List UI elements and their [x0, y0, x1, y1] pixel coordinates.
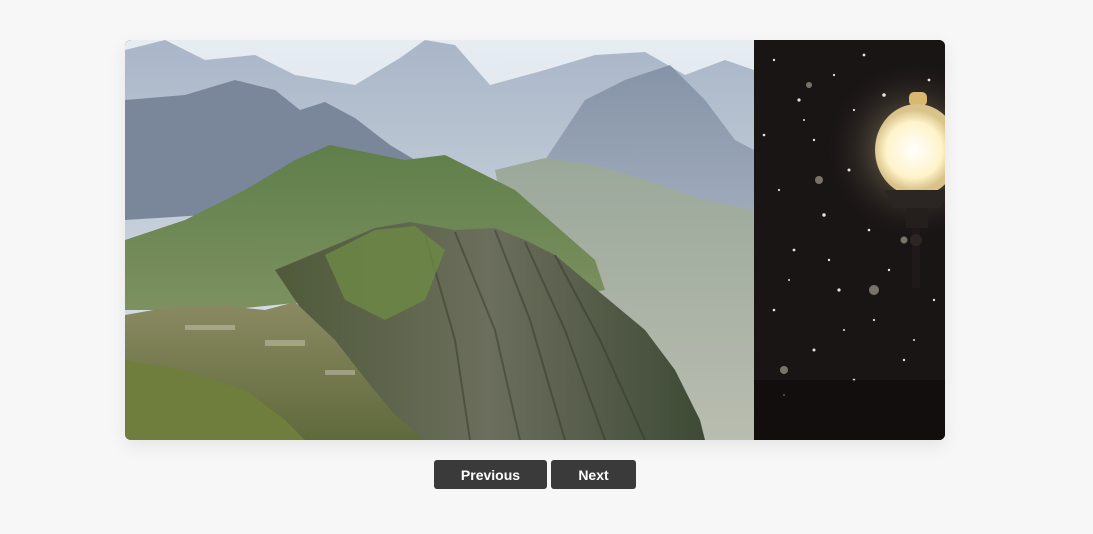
- carousel-track: [125, 40, 945, 440]
- next-button[interactable]: Next: [551, 460, 636, 489]
- carousel-controls: Previous Next: [0, 460, 1093, 490]
- previous-button[interactable]: Previous: [434, 460, 547, 489]
- carousel-slide-lamp: [754, 40, 945, 440]
- image-carousel: [125, 40, 945, 440]
- mountain-landscape-image: [125, 40, 754, 440]
- carousel-slide-mountain: [125, 40, 754, 440]
- street-lamp-image: [754, 40, 945, 440]
